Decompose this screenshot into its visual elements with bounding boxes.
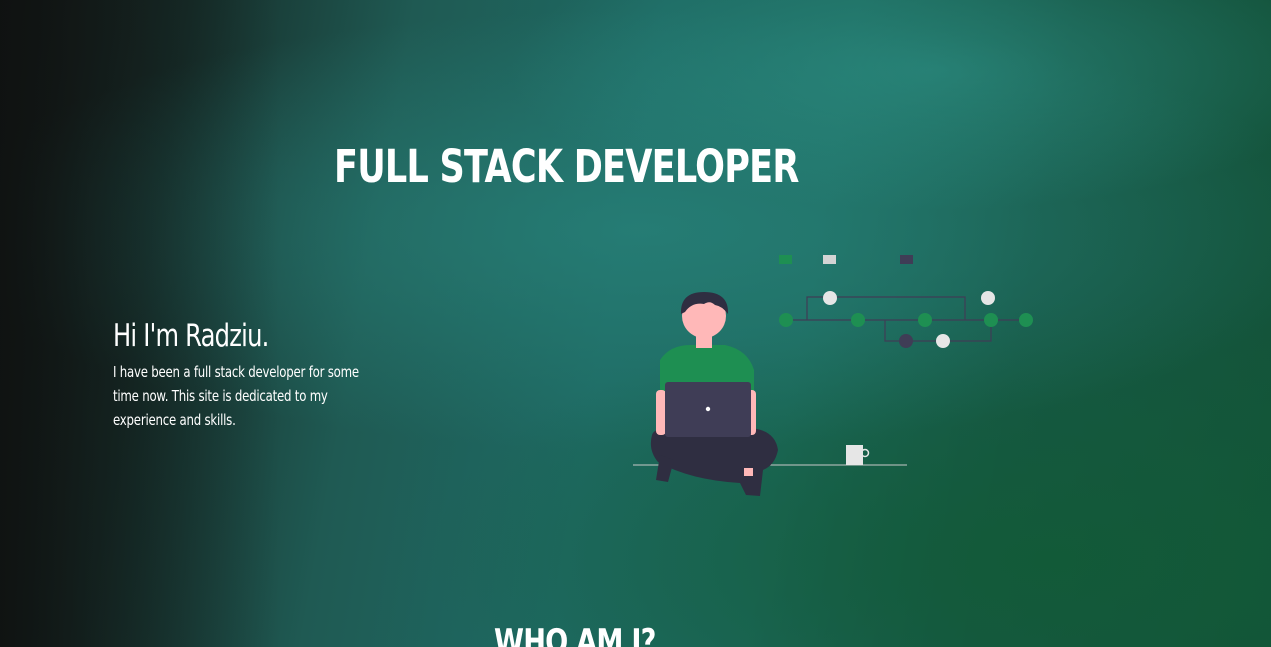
graph-node (984, 313, 998, 327)
graph-node (823, 291, 837, 305)
section-title-who-am-i: WHO AM I? (494, 622, 656, 647)
intro-heading: Hi I'm Radziu. (113, 318, 269, 354)
legend-light-rect (823, 255, 836, 264)
intro-section: Hi I'm Radziu. I have been a full stack … (113, 318, 393, 432)
graph-node (779, 313, 793, 327)
graph-node (936, 334, 950, 348)
page-title: FULL STACK DEVELOPER (334, 140, 799, 193)
intro-text: I have been a full stack developer for s… (113, 363, 359, 429)
coffee-cup-icon (846, 445, 870, 465)
developer-illustration (633, 255, 1033, 496)
graph-node (1019, 313, 1033, 327)
graph-node (899, 334, 913, 348)
graph-node (981, 291, 995, 305)
graph-node (851, 313, 865, 327)
legend-green-rect (779, 255, 792, 264)
graph-node (918, 313, 932, 327)
developer-figure (650, 292, 778, 496)
code-graph-graphic (779, 255, 1033, 348)
legend-dark-rect (900, 255, 913, 264)
